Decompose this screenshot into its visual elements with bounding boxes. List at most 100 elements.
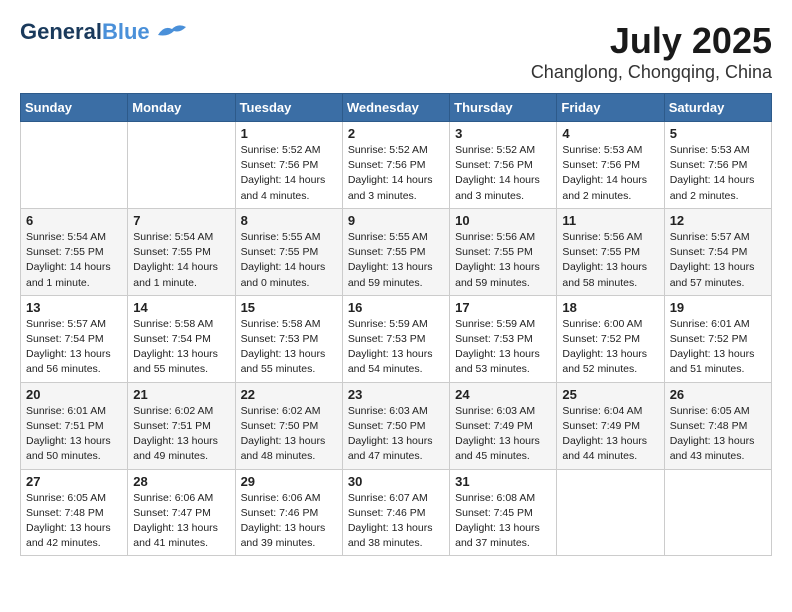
calendar-cell: 30Sunrise: 6:07 AMSunset: 7:46 PMDayligh… xyxy=(342,469,449,556)
day-number: 25 xyxy=(562,387,658,402)
day-number: 15 xyxy=(241,300,337,315)
day-info: Sunrise: 5:53 AMSunset: 7:56 PMDaylight:… xyxy=(670,143,766,204)
header-saturday: Saturday xyxy=(664,94,771,122)
day-number: 9 xyxy=(348,213,444,228)
day-info: Sunrise: 5:58 AMSunset: 7:53 PMDaylight:… xyxy=(241,317,337,378)
calendar-cell: 20Sunrise: 6:01 AMSunset: 7:51 PMDayligh… xyxy=(21,382,128,469)
day-info: Sunrise: 6:03 AMSunset: 7:50 PMDaylight:… xyxy=(348,404,444,465)
day-number: 3 xyxy=(455,126,551,141)
calendar-cell: 24Sunrise: 6:03 AMSunset: 7:49 PMDayligh… xyxy=(450,382,557,469)
day-number: 12 xyxy=(670,213,766,228)
day-info: Sunrise: 5:56 AMSunset: 7:55 PMDaylight:… xyxy=(455,230,551,291)
day-info: Sunrise: 5:55 AMSunset: 7:55 PMDaylight:… xyxy=(241,230,337,291)
day-number: 2 xyxy=(348,126,444,141)
calendar-cell: 22 Sunrise: 6:02 AMSunset: 7:50 PMDayligh… xyxy=(235,382,342,469)
calendar-cell: 8Sunrise: 5:55 AMSunset: 7:55 PMDaylight… xyxy=(235,208,342,295)
day-info: Sunrise: 6:01 AMSunset: 7:52 PMDaylight:… xyxy=(670,317,766,378)
calendar-cell: 17Sunrise: 5:59 AMSunset: 7:53 PMDayligh… xyxy=(450,295,557,382)
header-wednesday: Wednesday xyxy=(342,94,449,122)
day-info: Sunrise: 5:54 AMSunset: 7:55 PMDaylight:… xyxy=(26,230,122,291)
day-info: Sunrise: 6:01 AMSunset: 7:51 PMDaylight:… xyxy=(26,404,122,465)
day-info: Sunrise: 5:52 AMSunset: 7:56 PMDaylight:… xyxy=(241,143,337,204)
day-number: 22 xyxy=(241,387,337,402)
day-number: 27 xyxy=(26,474,122,489)
day-number: 7 xyxy=(133,213,229,228)
day-number: 21 xyxy=(133,387,229,402)
day-info: Sunrise: 5:59 AMSunset: 7:53 PMDaylight:… xyxy=(348,317,444,378)
main-title: July 2025 xyxy=(531,20,772,62)
day-number: 6 xyxy=(26,213,122,228)
day-number: 16 xyxy=(348,300,444,315)
calendar-cell: 27 Sunrise: 6:05 AMSunset: 7:48 PMDayligh… xyxy=(21,469,128,556)
calendar-week-row: 6 Sunrise: 5:54 AMSunset: 7:55 PMDaylight… xyxy=(21,208,772,295)
day-info: Sunrise: 6:06 AMSunset: 7:46 PMDaylight:… xyxy=(241,491,337,552)
title-block: July 2025 Changlong, Chongqing, China xyxy=(531,20,772,83)
day-info: Sunrise: 5:53 AMSunset: 7:56 PMDaylight:… xyxy=(562,143,658,204)
day-info: Sunrise: 5:52 AMSunset: 7:56 PMDaylight:… xyxy=(455,143,551,204)
day-number: 19 xyxy=(670,300,766,315)
calendar-week-row: 13 Sunrise: 5:57 AMSunset: 7:54 PMDayligh… xyxy=(21,295,772,382)
calendar-cell: 29Sunrise: 6:06 AMSunset: 7:46 PMDayligh… xyxy=(235,469,342,556)
day-info: Sunrise: 5:57 AMSunset: 7:54 PMDaylight:… xyxy=(26,317,122,378)
calendar-week-row: 27 Sunrise: 6:05 AMSunset: 7:48 PMDayligh… xyxy=(21,469,772,556)
calendar-cell: 18Sunrise: 6:00 AMSunset: 7:52 PMDayligh… xyxy=(557,295,664,382)
header-sunday: Sunday xyxy=(21,94,128,122)
calendar-cell: 28 Sunrise: 6:06 AMSunset: 7:47 PMDayligh… xyxy=(128,469,235,556)
calendar-cell: 15 Sunrise: 5:58 AMSunset: 7:53 PMDayligh… xyxy=(235,295,342,382)
day-number: 5 xyxy=(670,126,766,141)
calendar-week-row: 1 Sunrise: 5:52 AMSunset: 7:56 PMDaylight… xyxy=(21,122,772,209)
header-monday: Monday xyxy=(128,94,235,122)
logo-bird-icon xyxy=(158,25,186,41)
calendar-cell: 13 Sunrise: 5:57 AMSunset: 7:54 PMDayligh… xyxy=(21,295,128,382)
day-number: 4 xyxy=(562,126,658,141)
calendar-cell: 1 Sunrise: 5:52 AMSunset: 7:56 PMDaylight… xyxy=(235,122,342,209)
day-info: Sunrise: 5:57 AMSunset: 7:54 PMDaylight:… xyxy=(670,230,766,291)
day-info: Sunrise: 5:54 AMSunset: 7:55 PMDaylight:… xyxy=(133,230,229,291)
day-info: Sunrise: 5:56 AMSunset: 7:55 PMDaylight:… xyxy=(562,230,658,291)
day-info: Sunrise: 6:03 AMSunset: 7:49 PMDaylight:… xyxy=(455,404,551,465)
calendar-cell: 5 Sunrise: 5:53 AMSunset: 7:56 PMDaylight… xyxy=(664,122,771,209)
day-info: Sunrise: 6:02 AMSunset: 7:50 PMDaylight:… xyxy=(241,404,337,465)
sub-title: Changlong, Chongqing, China xyxy=(531,62,772,83)
day-number: 13 xyxy=(26,300,122,315)
calendar-cell: 10 Sunrise: 5:56 AMSunset: 7:55 PMDayligh… xyxy=(450,208,557,295)
calendar-cell xyxy=(664,469,771,556)
calendar-cell: 25 Sunrise: 6:04 AMSunset: 7:49 PMDayligh… xyxy=(557,382,664,469)
day-info: Sunrise: 6:04 AMSunset: 7:49 PMDaylight:… xyxy=(562,404,658,465)
day-info: Sunrise: 5:52 AMSunset: 7:56 PMDaylight:… xyxy=(348,143,444,204)
calendar-header-row: SundayMondayTuesdayWednesdayThursdayFrid… xyxy=(21,94,772,122)
day-number: 23 xyxy=(348,387,444,402)
day-number: 18 xyxy=(562,300,658,315)
day-number: 11 xyxy=(562,213,658,228)
header-friday: Friday xyxy=(557,94,664,122)
day-number: 14 xyxy=(133,300,229,315)
day-info: Sunrise: 5:55 AMSunset: 7:55 PMDaylight:… xyxy=(348,230,444,291)
calendar-cell: 26Sunrise: 6:05 AMSunset: 7:48 PMDayligh… xyxy=(664,382,771,469)
calendar-cell: 12 Sunrise: 5:57 AMSunset: 7:54 PMDayligh… xyxy=(664,208,771,295)
day-number: 1 xyxy=(241,126,337,141)
day-info: Sunrise: 6:05 AMSunset: 7:48 PMDaylight:… xyxy=(26,491,122,552)
logo: GeneralBlue xyxy=(20,20,186,44)
calendar-cell: 3 Sunrise: 5:52 AMSunset: 7:56 PMDaylight… xyxy=(450,122,557,209)
day-info: Sunrise: 6:05 AMSunset: 7:48 PMDaylight:… xyxy=(670,404,766,465)
header-tuesday: Tuesday xyxy=(235,94,342,122)
header-thursday: Thursday xyxy=(450,94,557,122)
calendar-cell xyxy=(21,122,128,209)
calendar-cell: 31Sunrise: 6:08 AMSunset: 7:45 PMDayligh… xyxy=(450,469,557,556)
day-info: Sunrise: 6:02 AMSunset: 7:51 PMDaylight:… xyxy=(133,404,229,465)
day-info: Sunrise: 6:06 AMSunset: 7:47 PMDaylight:… xyxy=(133,491,229,552)
day-info: Sunrise: 5:58 AMSunset: 7:54 PMDaylight:… xyxy=(133,317,229,378)
calendar-cell: 23 Sunrise: 6:03 AMSunset: 7:50 PMDayligh… xyxy=(342,382,449,469)
day-info: Sunrise: 5:59 AMSunset: 7:53 PMDaylight:… xyxy=(455,317,551,378)
day-info: Sunrise: 6:07 AMSunset: 7:46 PMDaylight:… xyxy=(348,491,444,552)
calendar-cell: 9 Sunrise: 5:55 AMSunset: 7:55 PMDaylight… xyxy=(342,208,449,295)
day-number: 10 xyxy=(455,213,551,228)
calendar-cell: 4 Sunrise: 5:53 AMSunset: 7:56 PMDaylight… xyxy=(557,122,664,209)
logo-blue: Blue xyxy=(102,19,150,44)
day-number: 28 xyxy=(133,474,229,489)
day-info: Sunrise: 6:08 AMSunset: 7:45 PMDaylight:… xyxy=(455,491,551,552)
calendar-cell: 16 Sunrise: 5:59 AMSunset: 7:53 PMDayligh… xyxy=(342,295,449,382)
calendar-week-row: 20Sunrise: 6:01 AMSunset: 7:51 PMDayligh… xyxy=(21,382,772,469)
calendar-cell: 21 Sunrise: 6:02 AMSunset: 7:51 PMDayligh… xyxy=(128,382,235,469)
calendar-cell xyxy=(128,122,235,209)
